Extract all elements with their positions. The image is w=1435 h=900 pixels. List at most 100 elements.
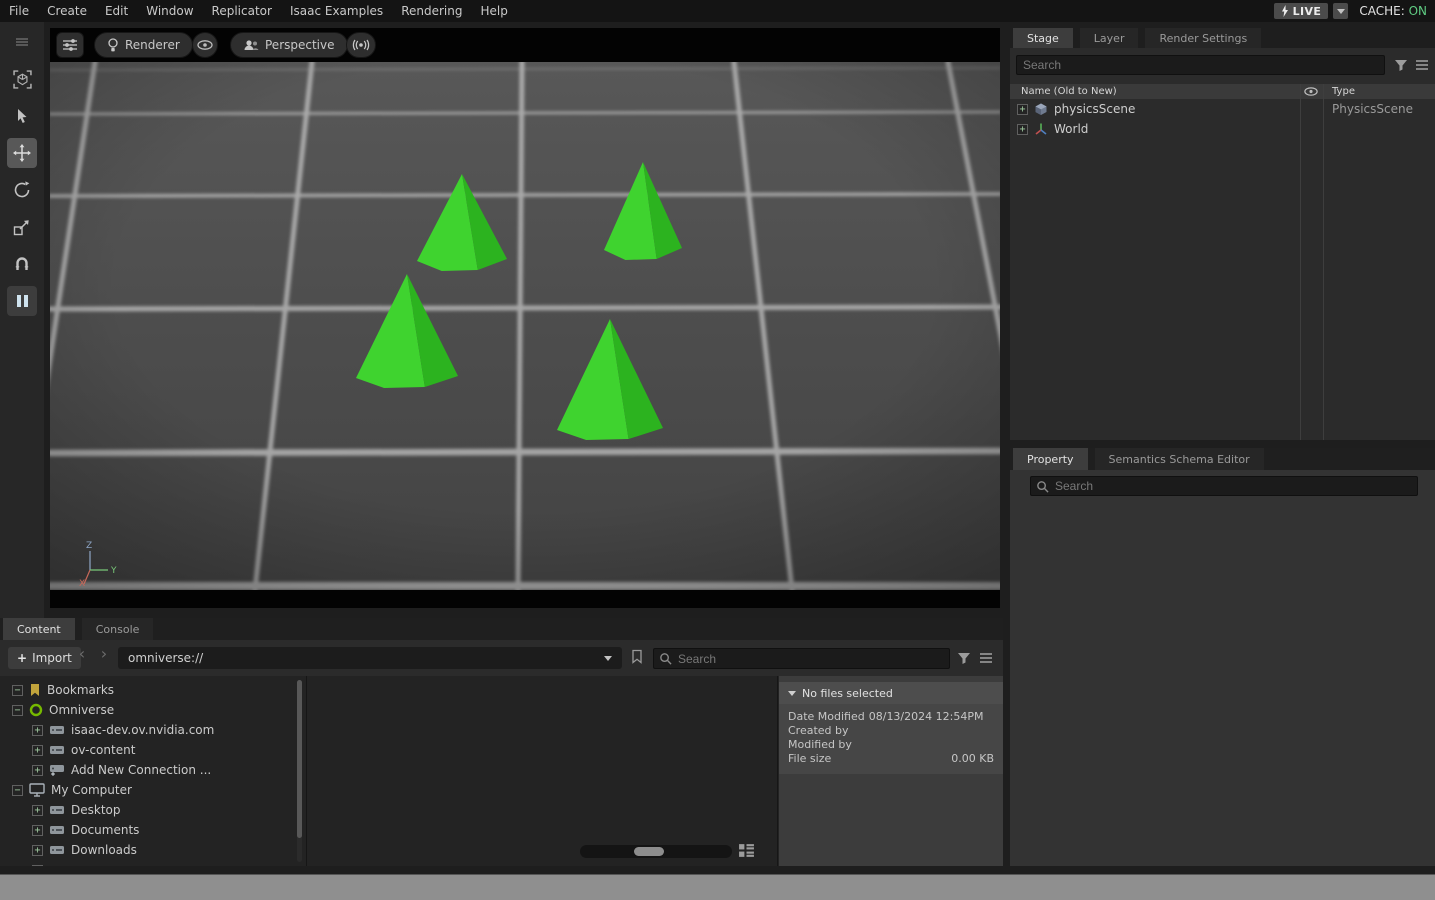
content-search-input[interactable] [653,648,950,669]
search-icon [659,652,672,665]
column-type-label: Type [1332,86,1355,97]
bookmark-outline-icon [631,649,643,664]
expand-icon[interactable]: + [1017,124,1028,135]
collapse-icon[interactable]: − [12,705,23,716]
expand-icon[interactable]: + [32,765,43,776]
panel-divider[interactable] [777,676,778,866]
viewport[interactable]: Renderer Perspective [50,28,1000,608]
tree-item-bookmarks[interactable]: − Bookmarks [0,680,306,700]
import-button[interactable]: + Import [8,647,81,669]
tree-item-label: Documents [71,823,139,837]
stage-row-world[interactable]: + World [1010,119,1435,139]
tree-item-desktop[interactable]: + Desktop [0,800,306,820]
xform-axis-icon [1034,122,1048,136]
expand-icon[interactable]: + [32,825,43,836]
drive-icon [49,864,65,866]
rotate-icon [13,181,31,199]
stage-panel: Stage Layer Render Settings Name (Old to… [1010,28,1435,440]
content-options-button[interactable] [979,652,993,664]
live-label: LIVE [1293,5,1322,18]
live-button[interactable]: LIVE [1274,3,1329,19]
scrollbar-thumb[interactable] [297,680,302,838]
property-tabbar: Property Semantics Schema Editor [1010,448,1435,470]
menu-help[interactable]: Help [471,0,516,22]
camera-button[interactable]: Perspective [230,32,348,58]
expand-icon[interactable]: + [32,845,43,856]
stage-column-header[interactable]: Name (Old to New) Type [1010,84,1435,99]
tree-item-my-computer[interactable]: − My Computer [0,780,306,800]
tree-item-documents[interactable]: + Documents [0,820,306,840]
content-tabbar: Content Console [0,618,1003,640]
stage-options-button[interactable] [1415,59,1429,71]
tab-layer[interactable]: Layer [1080,28,1139,48]
move-tool[interactable] [7,138,37,168]
stage-search-input[interactable] [1016,55,1385,75]
menu-replicator[interactable]: Replicator [203,0,281,22]
menu-window[interactable]: Window [137,0,202,22]
viewport-settings-button[interactable] [56,32,84,58]
renderer-label: Renderer [125,38,180,52]
details-header[interactable]: No files selected [779,682,1003,704]
select-tool[interactable] [7,101,37,131]
tab-semantics-schema-editor[interactable]: Semantics Schema Editor [1095,448,1264,470]
tree-item-downloads[interactable]: + Downloads [0,840,306,860]
menu-isaac-examples[interactable]: Isaac Examples [281,0,392,22]
expand-icon[interactable]: + [32,725,43,736]
tab-property[interactable]: Property [1013,448,1088,470]
collapse-icon[interactable]: − [12,785,23,796]
expand-icon[interactable]: + [32,865,43,867]
tree-item-label: Add New Connection ... [71,763,211,777]
visibility-button[interactable] [192,32,218,58]
filter-funnel-icon [957,651,971,665]
menu-edit[interactable]: Edit [96,0,137,22]
lightning-icon [1281,5,1289,17]
thumbnail-size-slider[interactable] [580,845,732,858]
selection-mode-button[interactable] [346,32,376,58]
slider-handle[interactable] [634,847,664,856]
rotate-tool[interactable] [7,175,37,205]
tree-item-isaac-dev-server[interactable]: + isaac-dev.ov.nvidia.com [0,720,306,740]
tab-render-settings[interactable]: Render Settings [1145,28,1261,48]
property-search-input[interactable] [1030,476,1418,496]
forward-button[interactable]: › [96,644,112,663]
tab-console[interactable]: Console [82,618,154,640]
menu-file[interactable]: File [0,0,38,22]
bookmark-toggle-button[interactable] [631,649,643,664]
stage-row-physicsscene[interactable]: + physicsScene PhysicsScene [1010,99,1435,119]
expand-icon[interactable]: + [32,745,43,756]
eye-icon [197,40,213,50]
path-field[interactable]: omniverse:// [118,647,622,669]
menu-rendering[interactable]: Rendering [392,0,471,22]
tree-scrollbar[interactable] [297,680,302,862]
panel-divider[interactable] [306,676,307,866]
prim-name: World [1054,122,1088,136]
content-filter-button[interactable] [957,651,971,665]
menu-create[interactable]: Create [38,0,96,22]
lightbulb-icon [107,38,119,53]
column-visibility-icon [1304,87,1318,96]
back-button[interactable]: ‹ [74,644,90,663]
drag-handle-icon [14,37,30,47]
tab-content[interactable]: Content [3,618,75,640]
tree-item-label: isaac-dev.ov.nvidia.com [71,723,214,737]
snap-tool[interactable] [7,249,37,279]
expand-icon[interactable]: + [1017,104,1028,115]
left-toolbar [0,22,44,618]
selection-box-tool[interactable] [7,64,37,94]
viewport-render[interactable]: Z Y X [50,62,1000,590]
collapse-icon[interactable]: − [12,685,23,696]
tree-item-partial[interactable]: + [0,860,306,866]
stage-filter-button[interactable] [1394,58,1408,72]
live-dropdown[interactable] [1333,3,1348,19]
toolbar-drag-handle[interactable] [7,27,37,57]
tab-stage[interactable]: Stage [1013,28,1073,48]
renderer-button[interactable]: Renderer [94,32,193,58]
pause-button[interactable] [7,286,37,316]
tree-item-omniverse[interactable]: − Omniverse [0,700,306,720]
expand-icon[interactable]: + [32,805,43,816]
view-mode-button[interactable] [738,843,755,858]
tree-item-add-new-connection[interactable]: + Add New Connection ... [0,760,306,780]
bookmark-icon [29,683,41,697]
tree-item-ov-content-server[interactable]: + ov-content [0,740,306,760]
scale-tool[interactable] [7,212,37,242]
